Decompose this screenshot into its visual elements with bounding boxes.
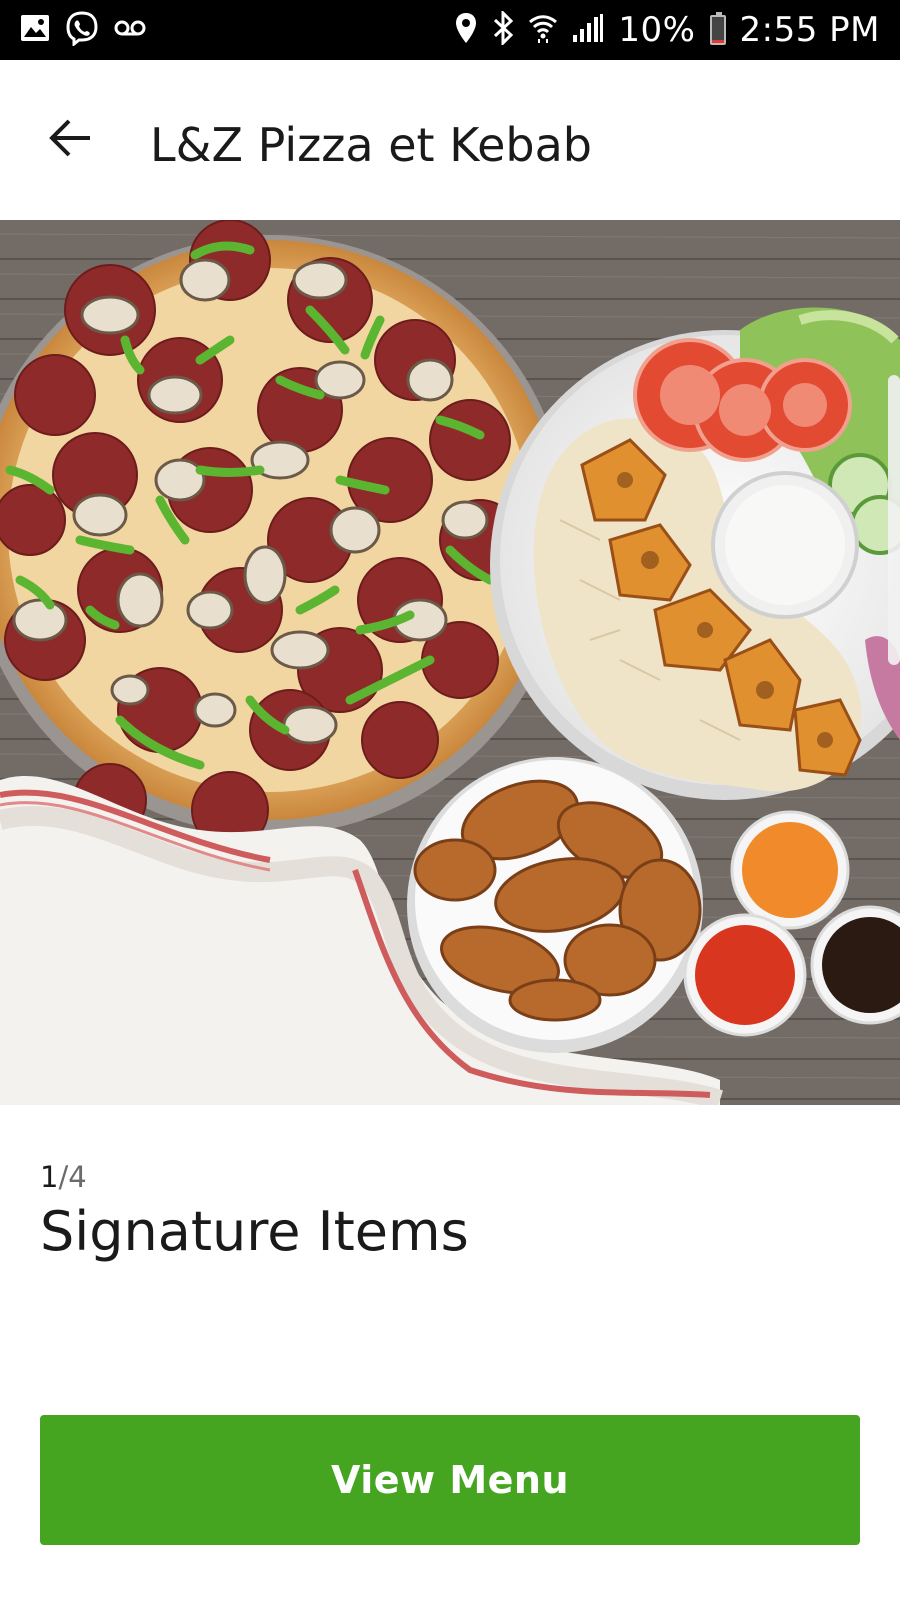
battery-icon — [709, 12, 726, 45]
carousel-counter: 1/4 — [40, 1160, 469, 1194]
bluetooth-icon — [492, 9, 514, 49]
viber-icon — [64, 10, 100, 50]
carousel-total: /4 — [58, 1160, 87, 1194]
view-menu-button[interactable]: View Menu — [40, 1415, 860, 1545]
signal-icon — [572, 13, 604, 47]
battery-percent: 10% — [618, 10, 696, 50]
app-bar: L&Z Pizza et Kebab — [0, 60, 900, 220]
page-title: L&Z Pizza et Kebab — [150, 118, 592, 172]
hero-image[interactable] — [0, 220, 900, 1105]
location-icon — [454, 12, 478, 48]
status-bar: 10% 2:55 PM — [0, 0, 900, 60]
back-button[interactable] — [40, 110, 100, 170]
status-bar-right: 10% 2:55 PM — [454, 9, 880, 50]
food-photo — [0, 220, 900, 1105]
carousel-caption: 1/4 Signature Items — [40, 1160, 469, 1263]
carousel-current: 1 — [40, 1160, 59, 1194]
voicemail-icon — [114, 19, 146, 41]
clock: 2:55 PM — [739, 10, 880, 50]
gallery-icon — [20, 14, 50, 46]
arrow-left-icon — [48, 118, 92, 162]
carousel-title: Signature Items — [40, 1200, 469, 1263]
status-bar-left — [20, 10, 146, 50]
wifi-icon — [528, 12, 558, 48]
